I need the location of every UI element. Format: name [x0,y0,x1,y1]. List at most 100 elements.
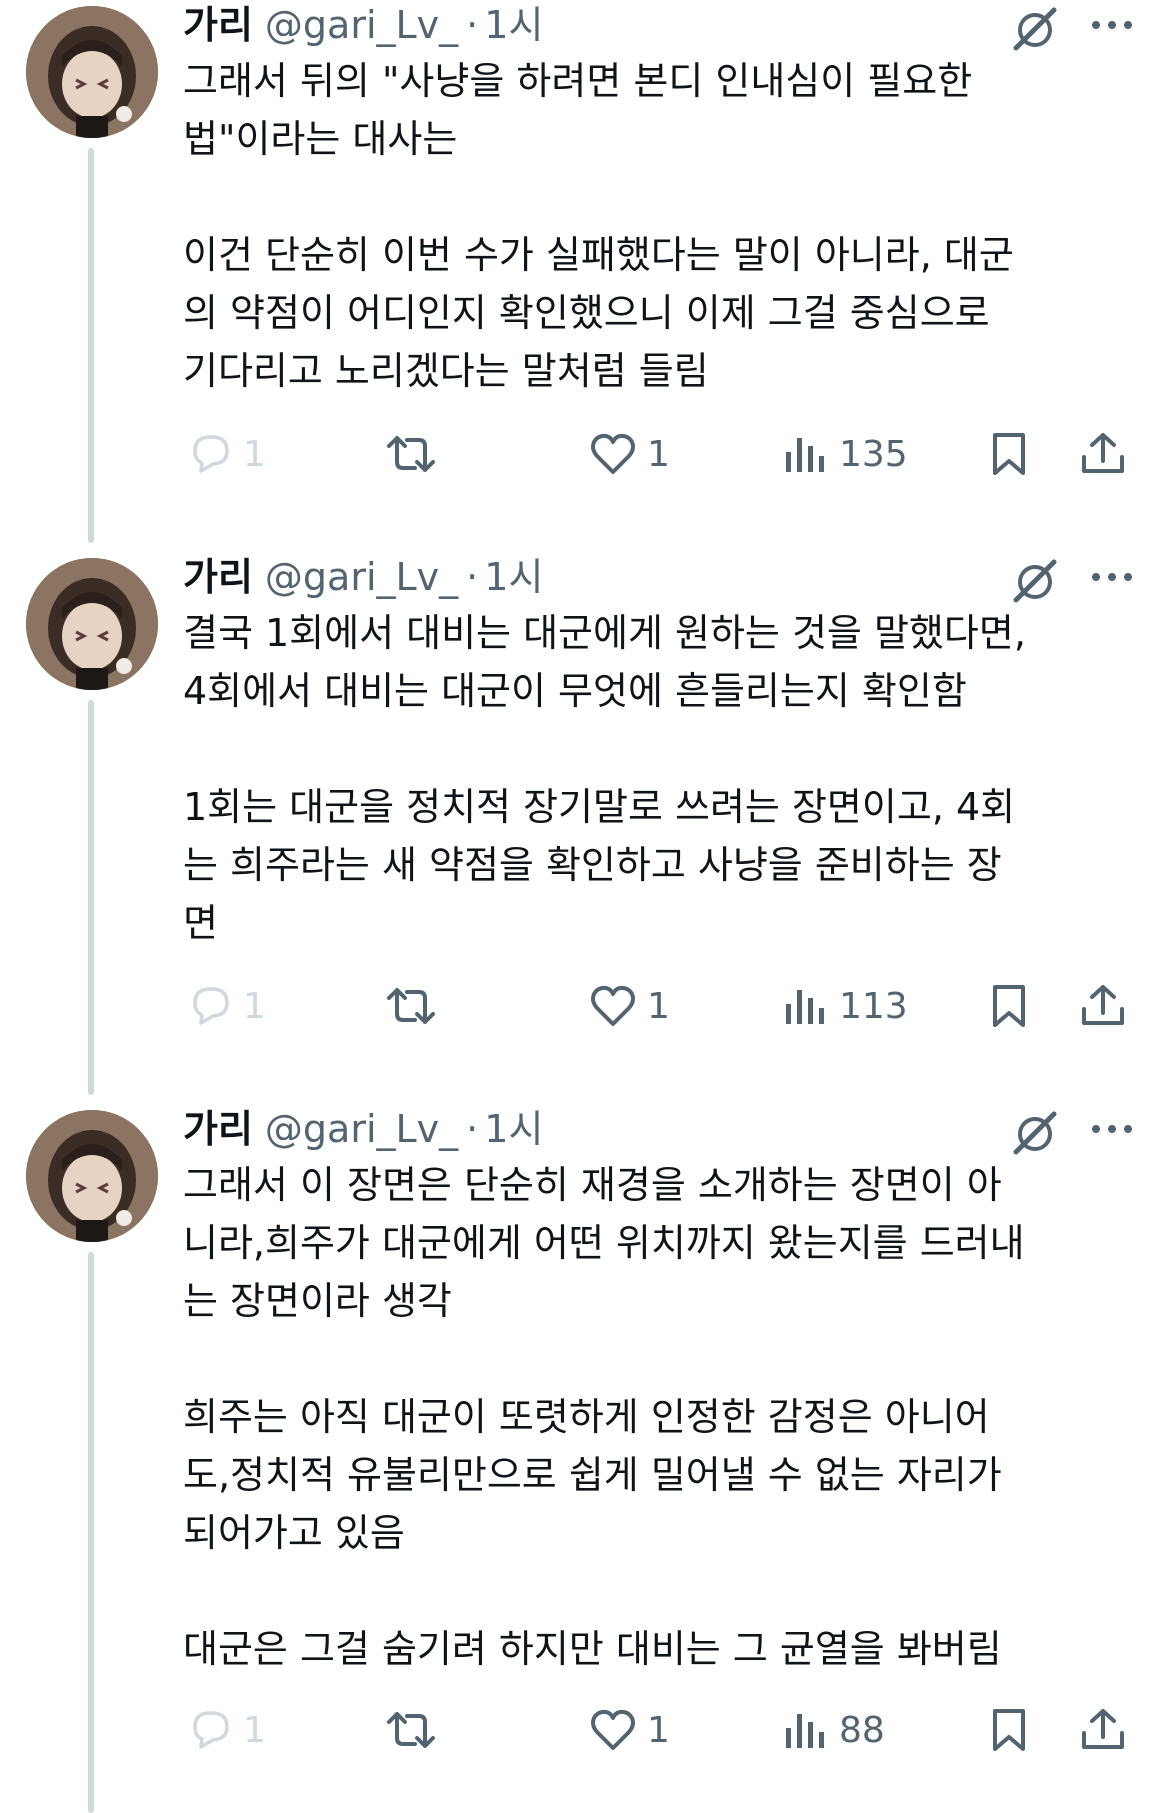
retweet-button[interactable] [383,1700,439,1760]
like-button[interactable]: 1 [589,424,670,484]
tweet[interactable]: 가리 @gari_Lv_ · 1시 그래서 이 장면은 단순히 재경을 소개하는… [0,1104,1169,1813]
separator-dot: · [466,3,479,47]
more-icon[interactable] [1090,1114,1134,1144]
author-handle[interactable]: @gari_Lv_ [265,552,458,602]
bookmark-button[interactable] [989,424,1029,484]
bookmark-button[interactable] [989,1700,1029,1760]
text-line: 니라,희주가 대군에게 어떤 위치까지 왔는지를 드러내 [183,1221,1025,1265]
text-line: 이건 단순히 이번 수가 실패했다는 말이 아니라, 대군 [183,233,1014,277]
tweet-paragraph: 대군은 그걸 숨기려 하지만 대비는 그 균열을 봐버림 [183,1620,1113,1678]
like-button[interactable]: 1 [589,976,670,1036]
reply-count: 1 [243,985,266,1027]
text-line: 도,정치적 유불리만으로 쉽게 밀어낼 수 없는 자리가 [183,1453,1002,1497]
avatar[interactable] [26,1110,158,1242]
action-bar: 1 1 113 [183,976,1143,1036]
views-button[interactable]: 88 [783,1700,885,1760]
text-line: 4회에서 대비는 대군이 무엇에 흔들리는지 확인함 [183,669,967,713]
tweet-header: 가리 @gari_Lv_ · 1시 [183,0,543,50]
heart-icon [591,433,635,474]
text-line: 희주는 아직 대군이 또렷하게 인정한 감정은 아니어 [183,1395,990,1439]
views-button[interactable]: 135 [783,424,908,484]
share-icon [1082,433,1124,473]
more-icon[interactable] [1090,562,1134,592]
like-button[interactable]: 1 [589,1700,670,1760]
bookmark-icon [993,433,1025,475]
tweet-paragraph: 그래서 뒤의 "사냥을 하려면 본디 인내심이 필요한 법"이라는 대사는 [183,52,1113,168]
grok-icon[interactable] [1010,6,1060,52]
heart-icon [591,1709,635,1750]
tweet-paragraph: 이건 단순히 이번 수가 실패했다는 말이 아니라, 대군 의 약점이 어디인지… [183,226,1113,400]
timestamp[interactable]: 1시 [484,552,543,602]
retweet-button[interactable] [383,976,439,1036]
text-line: 그래서 뒤의 "사냥을 하려면 본디 인내심이 필요한 [183,59,973,103]
retweet-icon [387,1712,435,1748]
like-count: 1 [647,985,670,1027]
author-name[interactable]: 가리 [183,1104,253,1154]
timestamp[interactable]: 1시 [484,1104,543,1154]
action-bar: 1 1 88 [183,1700,1143,1760]
reply-icon [193,1711,229,1749]
bookmark-button[interactable] [989,976,1029,1036]
text-line: 의 약점이 어디인지 확인했으니 이제 그걸 중심으로 [183,291,990,335]
views-icon [786,990,824,1024]
text-line: 대군은 그걸 숨기려 하지만 대비는 그 균열을 봐버림 [183,1627,1002,1671]
tweet-paragraph: 1회는 대군을 정치적 장기말로 쓰려는 장면이고, 4회 는 희주라는 새 약… [183,778,1113,952]
tweet[interactable]: 가리 @gari_Lv_ · 1시 그래서 뒤의 "사냥을 하려면 본디 인내심… [0,0,1169,540]
views-count: 135 [839,433,908,475]
views-count: 113 [839,985,908,1027]
avatar[interactable] [26,6,158,138]
text-line: 기다리고 노리겠다는 말처럼 들림 [183,349,709,393]
heart-icon [591,985,635,1026]
views-button[interactable]: 113 [783,976,908,1036]
avatar[interactable] [26,558,158,690]
text-line: 는 장면이라 생각 [183,1279,452,1323]
text-line: 결국 1회에서 대비는 대군에게 원하는 것을 말했다면, [183,611,1026,655]
separator-dot: · [466,1107,479,1151]
reply-button[interactable]: 1 [187,1700,266,1760]
like-count: 1 [647,433,670,475]
reply-button[interactable]: 1 [187,424,266,484]
share-icon [1082,1709,1124,1749]
grok-icon[interactable] [1010,558,1060,604]
tweet-paragraph: 희주는 아직 대군이 또렷하게 인정한 감정은 아니어 도,정치적 유불리만으로… [183,1388,1113,1562]
reply-icon [193,987,229,1025]
text-line: 1회는 대군을 정치적 장기말로 쓰려는 장면이고, 4회 [183,785,1016,829]
tweet-paragraph: 그래서 이 장면은 단순히 재경을 소개하는 장면이 아 니라,희주가 대군에게… [183,1156,1113,1330]
tweet-paragraph: 결국 1회에서 대비는 대군에게 원하는 것을 말했다면, 4회에서 대비는 대… [183,604,1113,720]
share-button[interactable] [1079,1700,1127,1760]
text-line: 는 희주라는 새 약점을 확인하고 사냥을 준비하는 장 [183,843,1002,887]
bookmark-icon [993,985,1025,1027]
views-count: 88 [839,1709,885,1751]
text-line: 면 [183,901,218,945]
share-icon [1082,985,1124,1025]
tweet-header: 가리 @gari_Lv_ · 1시 [183,1104,543,1154]
reply-count: 1 [243,433,266,475]
author-name[interactable]: 가리 [183,0,253,50]
text-line: 법"이라는 대사는 [183,117,458,161]
like-count: 1 [647,1709,670,1751]
reply-icon [193,435,229,473]
views-icon [786,1714,824,1748]
views-icon [786,438,824,472]
bookmark-icon [993,1709,1025,1751]
grok-icon[interactable] [1010,1110,1060,1156]
reply-count: 1 [243,1709,266,1751]
more-icon[interactable] [1090,10,1134,40]
timestamp[interactable]: 1시 [484,0,543,50]
text-line: 되어가고 있음 [183,1511,405,1555]
share-button[interactable] [1079,424,1127,484]
retweet-icon [387,436,435,472]
text-line: 그래서 이 장면은 단순히 재경을 소개하는 장면이 아 [183,1163,1002,1207]
action-bar: 1 1 135 [183,424,1143,484]
author-name[interactable]: 가리 [183,552,253,602]
retweet-button[interactable] [383,424,439,484]
reply-button[interactable]: 1 [187,976,266,1036]
separator-dot: · [466,555,479,599]
author-handle[interactable]: @gari_Lv_ [265,1104,458,1154]
tweet-header: 가리 @gari_Lv_ · 1시 [183,552,543,602]
share-button[interactable] [1079,976,1127,1036]
tweet-text: 그래서 뒤의 "사냥을 하려면 본디 인내심이 필요한 법"이라는 대사는 이건… [183,52,1113,400]
tweet-text: 그래서 이 장면은 단순히 재경을 소개하는 장면이 아 니라,희주가 대군에게… [183,1156,1113,1678]
tweet[interactable]: 가리 @gari_Lv_ · 1시 결국 1회에서 대비는 대군에게 원하는 것… [0,552,1169,1092]
author-handle[interactable]: @gari_Lv_ [265,0,458,50]
